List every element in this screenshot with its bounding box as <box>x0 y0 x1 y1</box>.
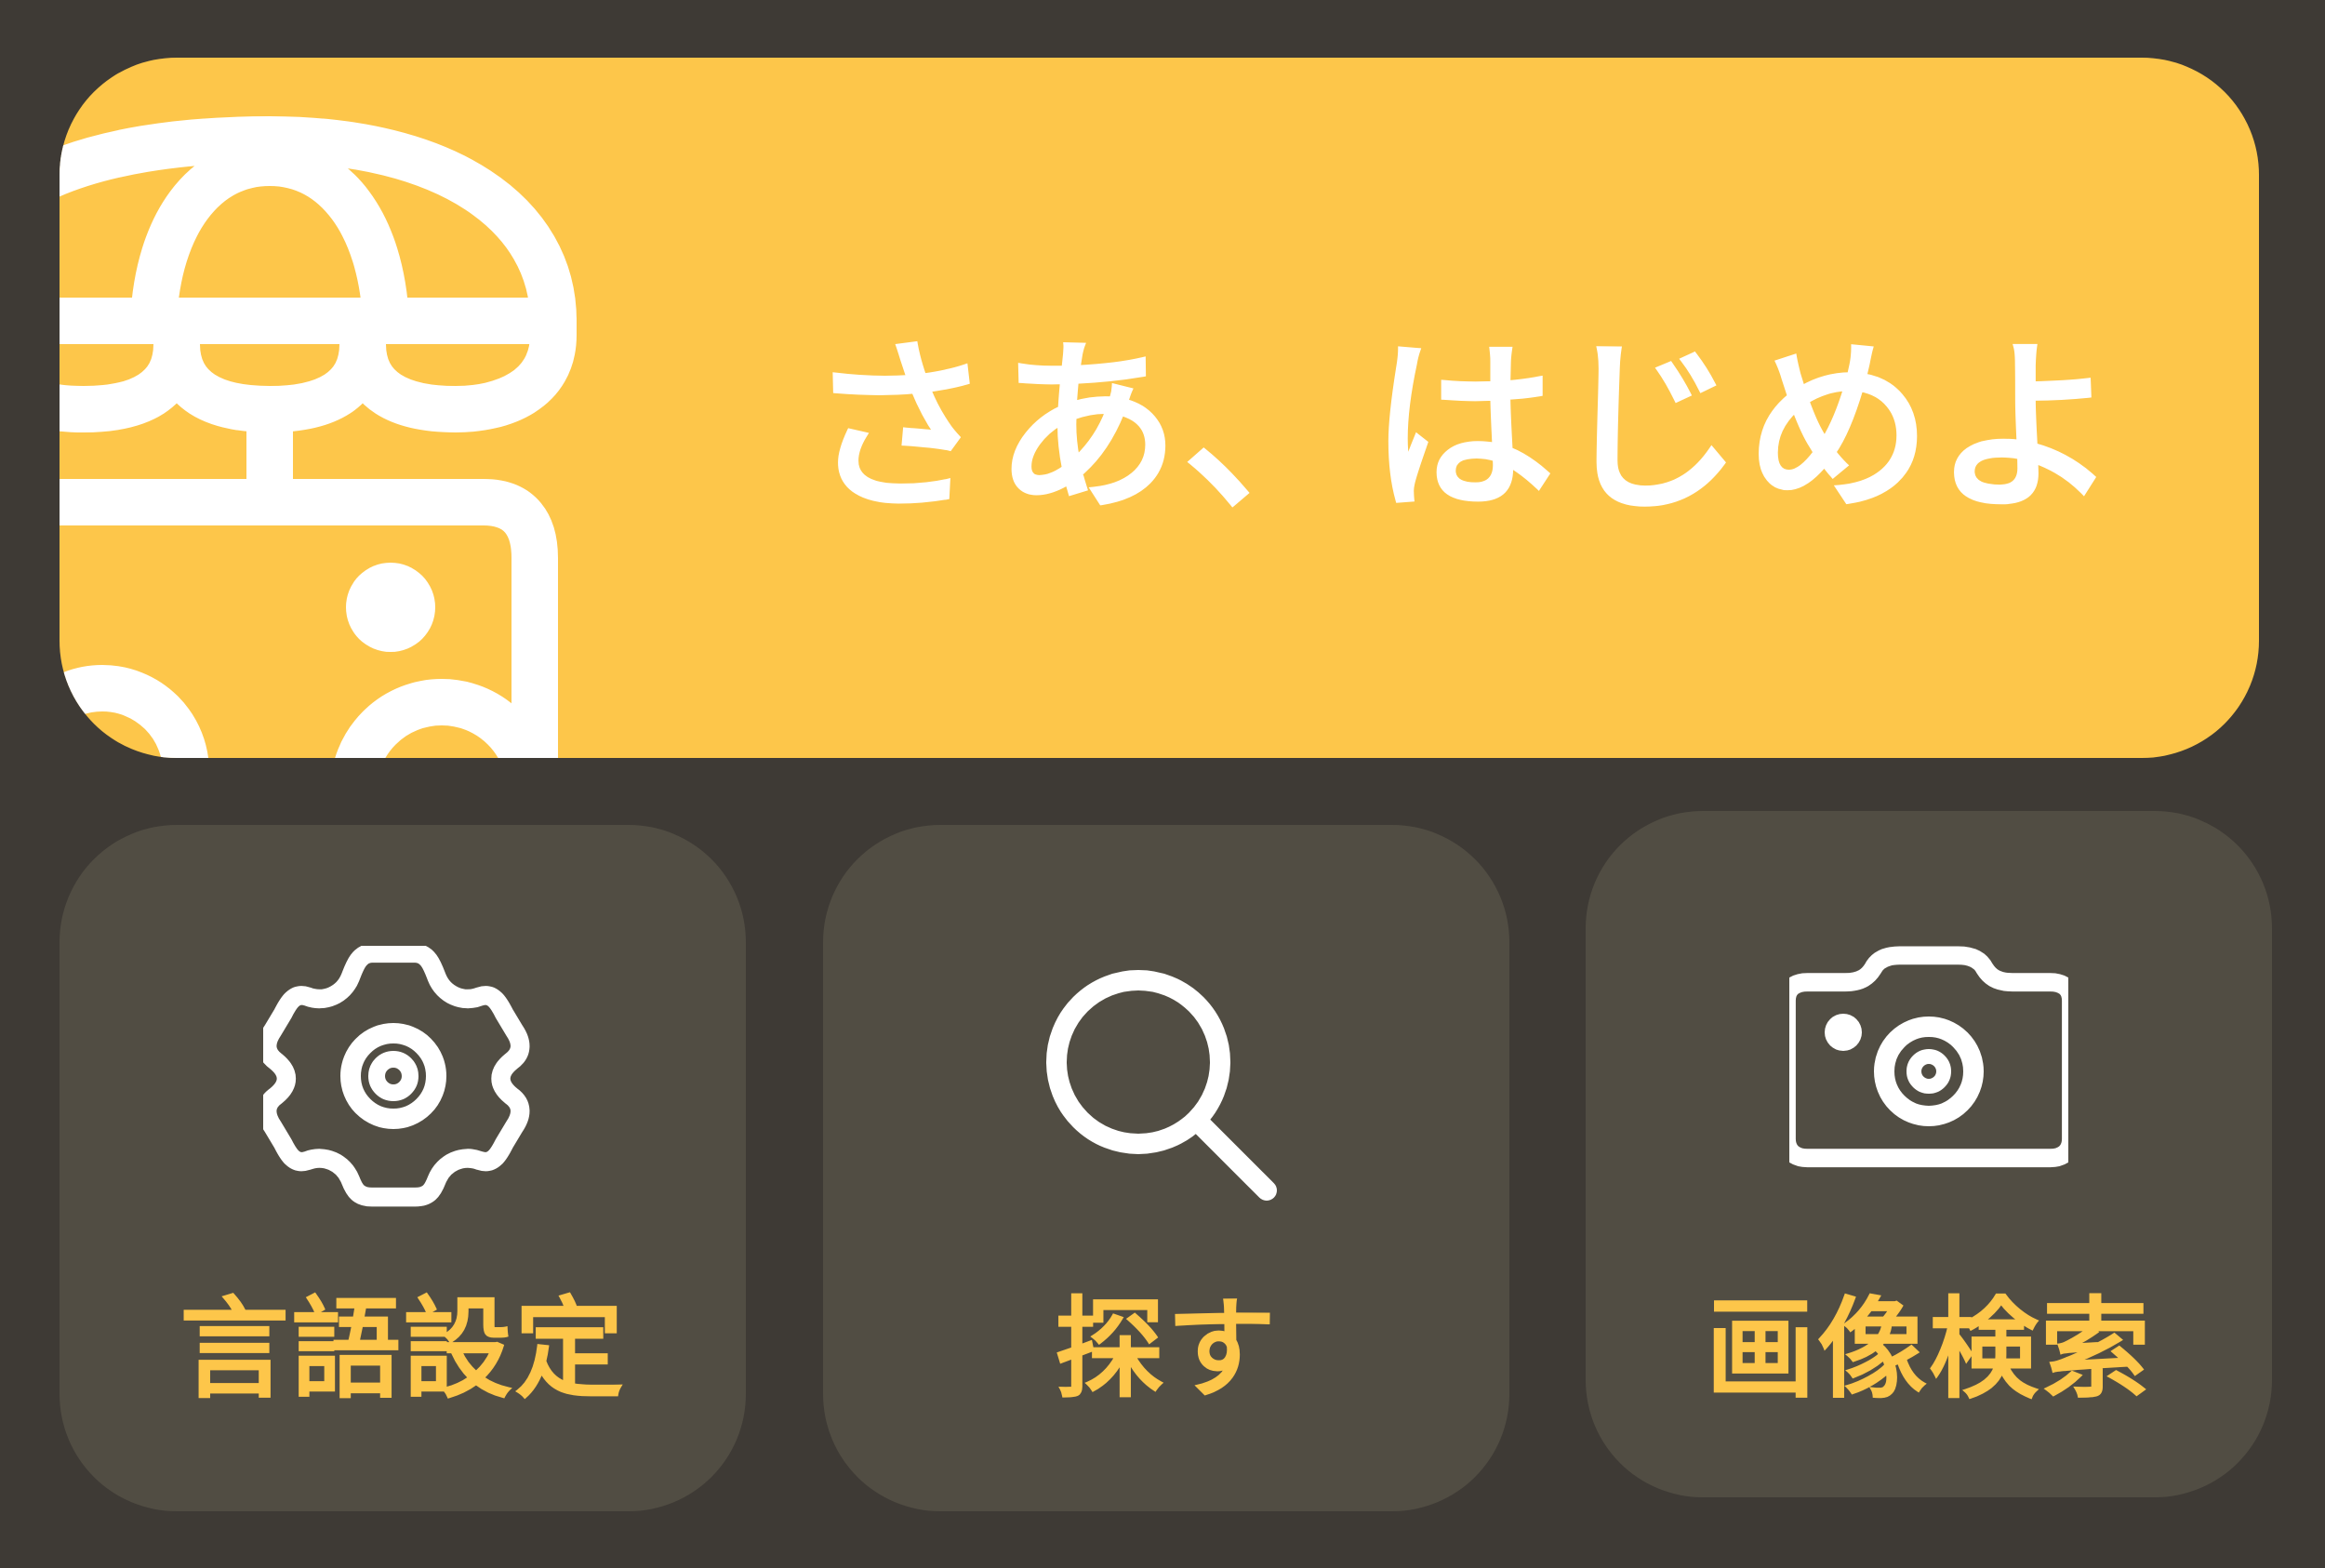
hero-title: さあ、はじめよ <box>805 321 2121 538</box>
search-icon <box>1046 970 1277 1201</box>
home-screen: さあ、はじめよ 言語設定 探す 画像検索 <box>0 0 2325 1568</box>
language-settings-button[interactable]: 言語設定 <box>60 825 746 1511</box>
food-cart-icon <box>60 116 577 758</box>
camera-icon <box>1789 946 2068 1168</box>
search-label: 探す <box>1054 1285 1278 1414</box>
image-search-button[interactable]: 画像検索 <box>1586 811 2272 1497</box>
search-button[interactable]: 探す <box>823 825 1509 1511</box>
start-button[interactable]: さあ、はじめよ <box>60 58 2259 758</box>
gear-icon <box>263 946 530 1207</box>
image-search-label: 画像検索 <box>1705 1285 2152 1414</box>
language-settings-label: 言語設定 <box>179 1285 626 1414</box>
